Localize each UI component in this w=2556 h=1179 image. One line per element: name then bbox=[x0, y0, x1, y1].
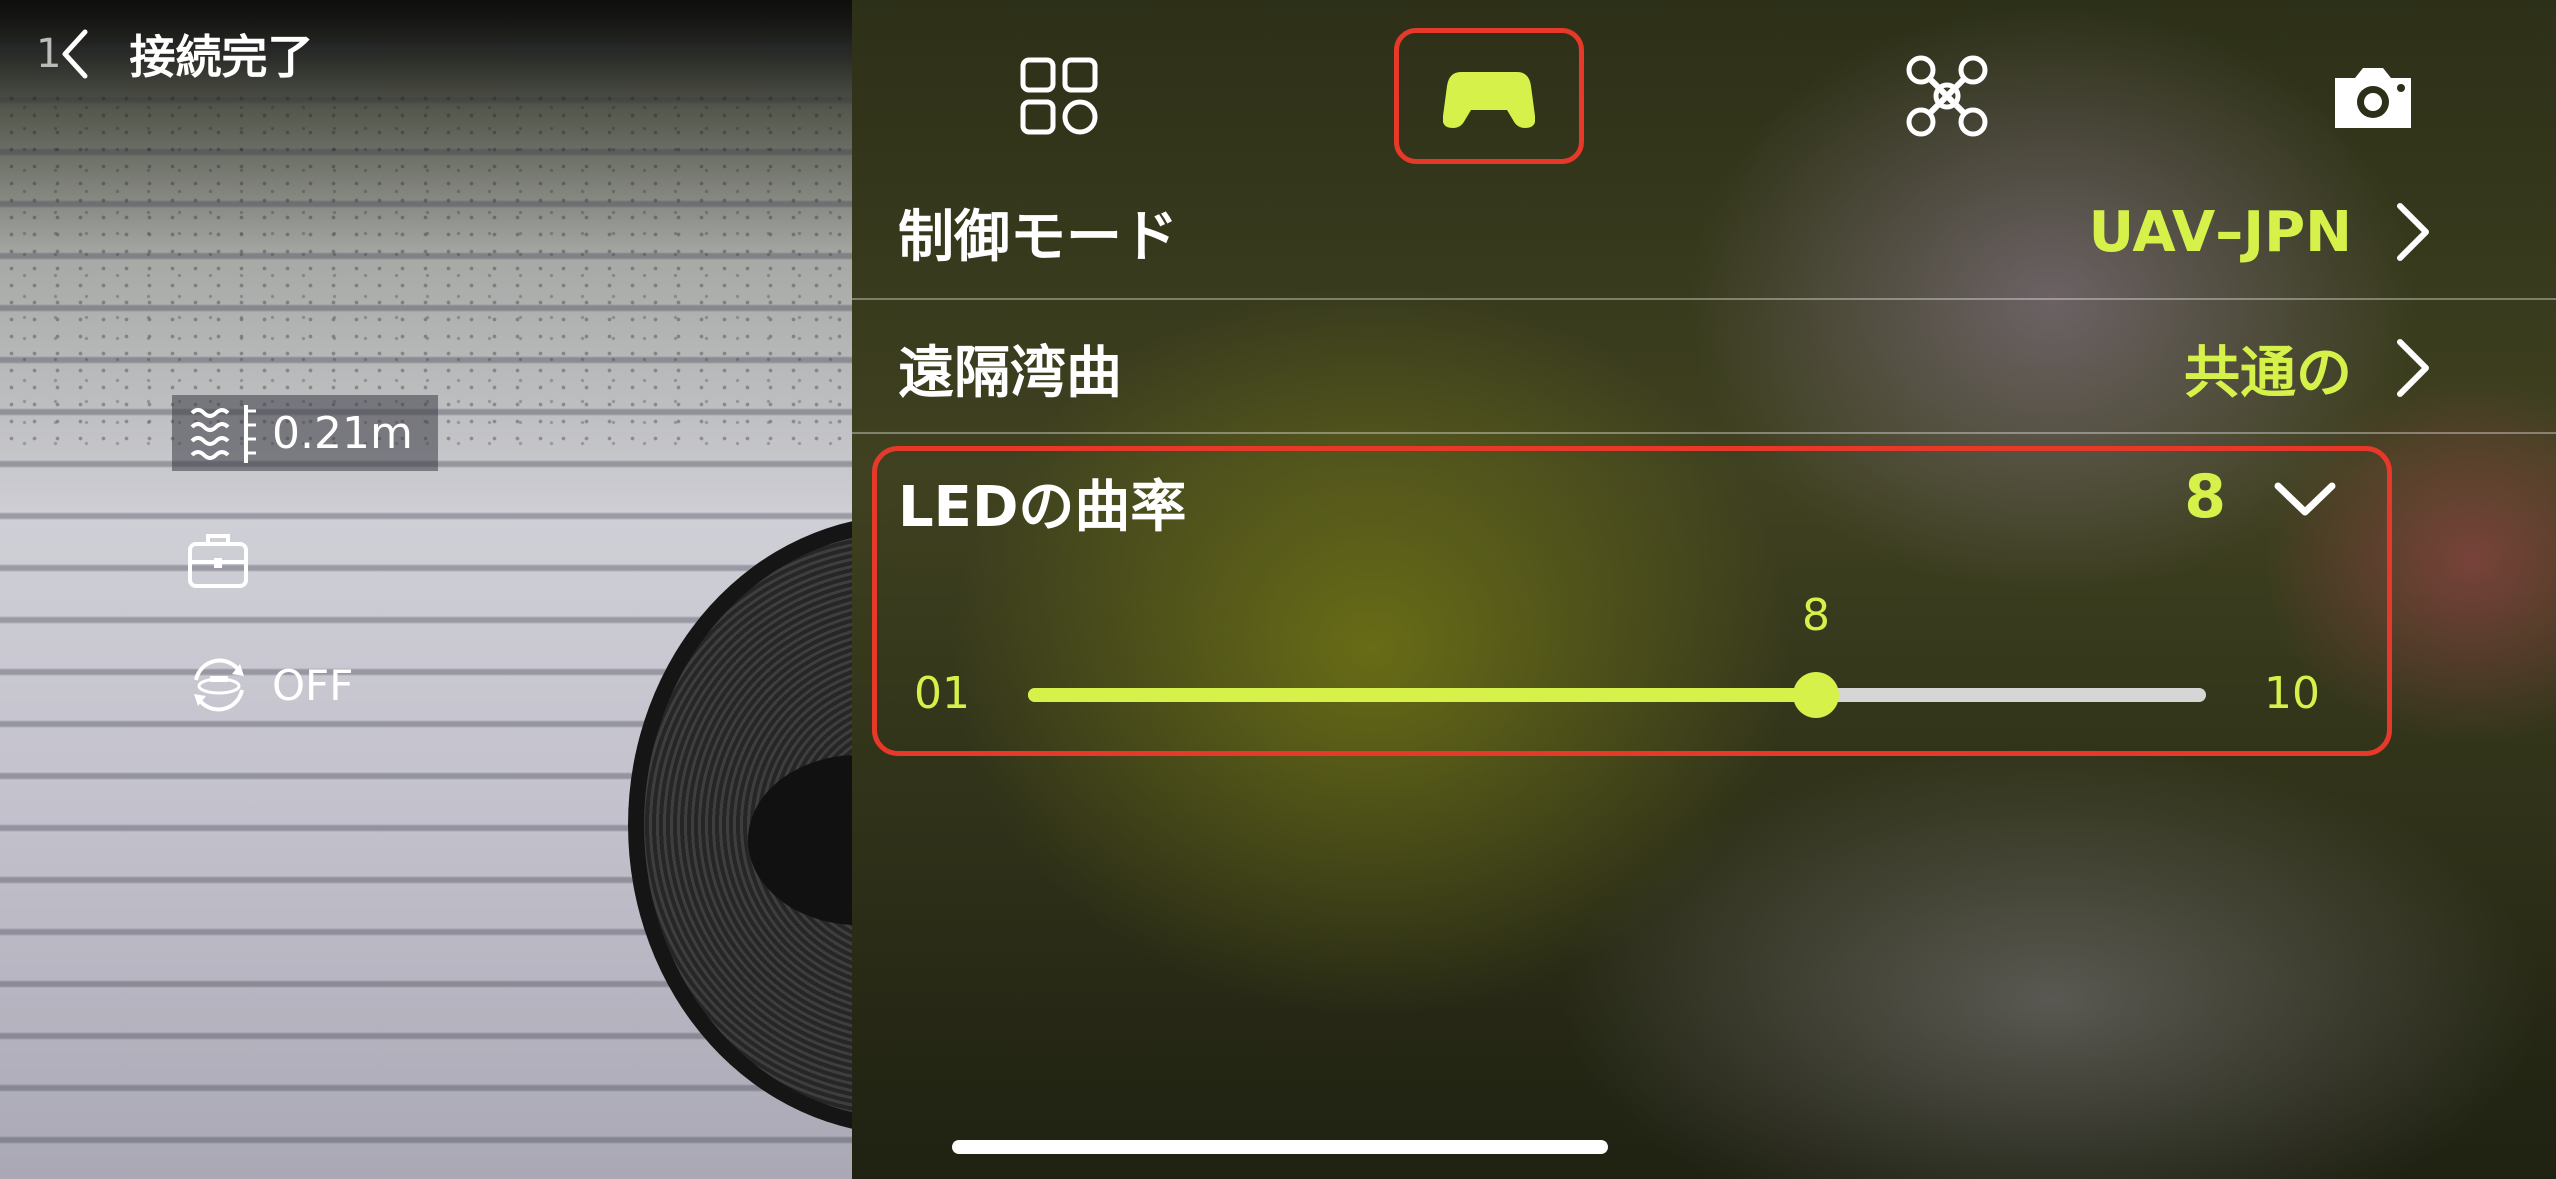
led-curve-value: 8 bbox=[2184, 462, 2226, 532]
drone-icon bbox=[1906, 55, 1988, 137]
slider-thumb[interactable] bbox=[1793, 672, 1839, 718]
camera-icon bbox=[2335, 68, 2411, 128]
chevron-down-icon[interactable] bbox=[2270, 472, 2340, 524]
remote-curve-label: 遠隔湾曲 bbox=[898, 340, 1122, 406]
water-depth-icon bbox=[190, 405, 256, 463]
camera-feed: 1 接続完了 0.21m OFF bbox=[0, 0, 852, 1179]
slider-current-label: 8 bbox=[1802, 590, 1830, 641]
gamepad-icon bbox=[1443, 72, 1535, 128]
chevron-right-icon bbox=[2397, 339, 2429, 397]
toolbox-icon[interactable] bbox=[186, 530, 250, 590]
thruster-fan-image bbox=[628, 515, 852, 1135]
slider-fill bbox=[1028, 688, 1816, 702]
tab-camera[interactable] bbox=[2278, 28, 2468, 164]
settings-panel: 制御モード UAV–JPN 遠隔湾曲 共通の LEDの曲率 8 8 01 10 bbox=[852, 0, 2556, 1179]
back-button[interactable]: 1 接続完了 bbox=[36, 24, 313, 84]
grid-icon bbox=[1020, 57, 1098, 135]
tab-controller[interactable] bbox=[1394, 28, 1584, 164]
setting-control-mode[interactable]: 制御モード UAV–JPN bbox=[852, 164, 2556, 300]
depth-indicator: 0.21m bbox=[172, 395, 438, 471]
setting-remote-curve[interactable]: 遠隔湾曲 共通の bbox=[852, 300, 2556, 436]
tab-drone[interactable] bbox=[1852, 28, 2042, 164]
depth-value: 0.21m bbox=[272, 407, 413, 459]
chevron-left-icon bbox=[62, 29, 88, 79]
tab-overview[interactable] bbox=[964, 28, 1154, 164]
thruster-hub bbox=[748, 755, 852, 925]
chevron-right-icon bbox=[2397, 203, 2429, 261]
stabilizer-toggle[interactable]: OFF bbox=[184, 650, 353, 720]
connection-status-title: 接続完了 bbox=[129, 30, 314, 84]
settings-tabs bbox=[852, 0, 2556, 180]
row-divider bbox=[852, 432, 2556, 434]
control-mode-label: 制御モード bbox=[898, 204, 1178, 270]
led-curve-slider[interactable] bbox=[1028, 672, 2206, 718]
remote-curve-value: 共通の bbox=[2184, 340, 2352, 406]
home-indicator bbox=[952, 1140, 1608, 1154]
led-curve-label: LEDの曲率 bbox=[898, 475, 1187, 540]
stabilizer-icon bbox=[194, 658, 244, 712]
stabilizer-state: OFF bbox=[272, 660, 354, 710]
slider-max-label: 10 bbox=[2264, 668, 2320, 719]
slider-min-label: 01 bbox=[914, 668, 970, 719]
control-mode-value: UAV–JPN bbox=[2088, 199, 2352, 265]
